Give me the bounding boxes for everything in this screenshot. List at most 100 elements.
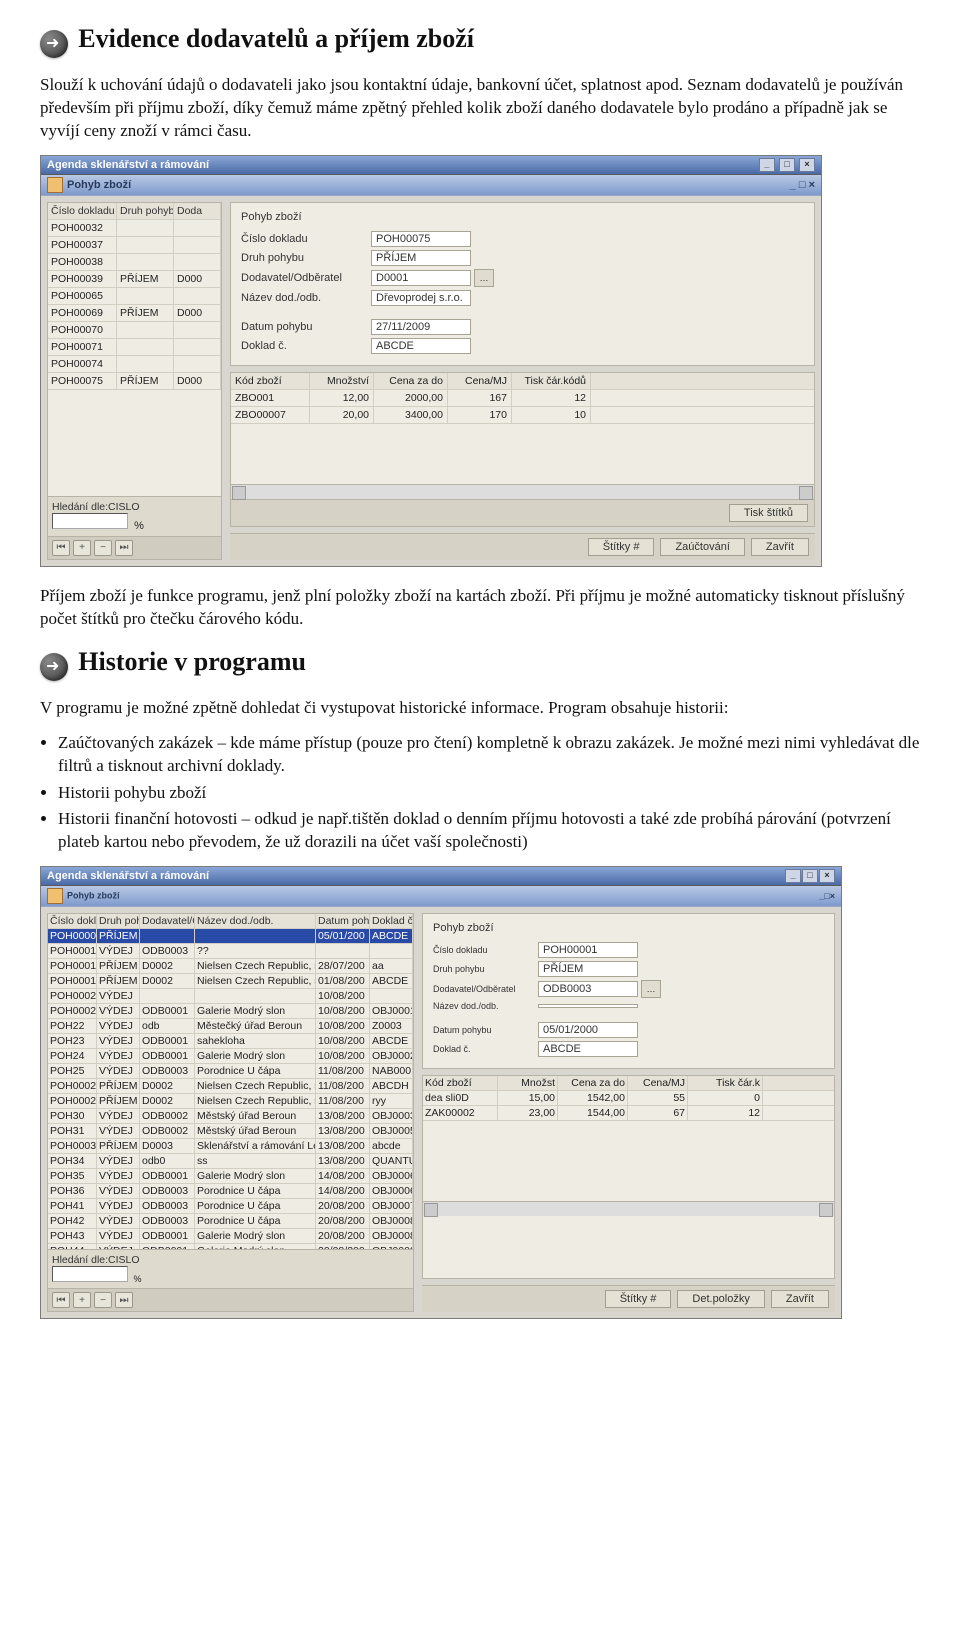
table-row[interactable]: POH00070 xyxy=(48,322,221,339)
table-row[interactable]: POH00074 xyxy=(48,356,221,373)
col-kod[interactable]: Kód zboží xyxy=(231,373,310,389)
col-dokc[interactable]: Doklad č. xyxy=(370,914,413,928)
table-row[interactable]: POH0002PŘÍJEMD0002Nielsen Czech Republic… xyxy=(48,1079,413,1094)
form-field[interactable]: 05/01/2000 xyxy=(538,1022,638,1038)
table-row[interactable]: POH00065 xyxy=(48,288,221,305)
close-icon[interactable]: × xyxy=(819,869,835,883)
nav-first-icon[interactable]: ⏮ xyxy=(52,540,70,556)
det-polozky-button[interactable]: Det.položky xyxy=(677,1290,764,1308)
col-doda[interactable]: Doda xyxy=(174,203,221,219)
form-field[interactable]: Dřevoprodej s.r.o. xyxy=(371,290,471,306)
table-row[interactable]: POH25VÝDEJODB0003Porodnice U čápa11/08/2… xyxy=(48,1064,413,1079)
maximize-icon[interactable]: □ xyxy=(799,179,806,191)
col-mnozstvi[interactable]: Množst xyxy=(498,1076,558,1090)
remove-icon[interactable]: − xyxy=(94,540,112,556)
browse-button[interactable]: … xyxy=(641,980,661,998)
window-titlebar[interactable]: Agenda sklenářství a rámování _□× xyxy=(41,867,841,886)
child-titlebar[interactable]: Pohyb zboží _□× xyxy=(41,886,841,907)
zavrit-button[interactable]: Zavřít xyxy=(751,538,809,556)
col-cena[interactable]: Cena za do xyxy=(558,1076,628,1090)
minimize-icon[interactable]: _ xyxy=(759,158,775,172)
add-icon[interactable]: + xyxy=(73,540,91,556)
table-row[interactable]: POH00032 xyxy=(48,220,221,237)
items-header[interactable]: Kód zboží Množství Cena za do Cena/MJ Ti… xyxy=(231,373,814,390)
table-row[interactable]: POH0002PŘÍJEMD0002Nielsen Czech Republic… xyxy=(48,1094,413,1109)
item-row[interactable]: ZAK0000223,001544,006712 xyxy=(423,1106,834,1121)
horizontal-scrollbar[interactable] xyxy=(423,1201,834,1216)
table-row[interactable]: POH0001PŘÍJEMD0002Nielsen Czech Republic… xyxy=(48,974,413,989)
form-field[interactable] xyxy=(538,1004,638,1008)
minimize-icon[interactable]: _ xyxy=(790,179,796,191)
col-tisk[interactable]: Tisk čár.k xyxy=(688,1076,763,1090)
nav-last-icon[interactable]: ⏭ xyxy=(115,1292,133,1308)
item-row[interactable]: dea sli0D15,001542,00550 xyxy=(423,1091,834,1106)
form-field[interactable]: 27/11/2009 xyxy=(371,319,471,335)
form-field[interactable]: ABCDE xyxy=(538,1041,638,1057)
form-field[interactable]: POH00001 xyxy=(538,942,638,958)
table-row[interactable]: POH00075PŘÍJEMD000 xyxy=(48,373,221,390)
col-nazev[interactable]: Název dod./odb. xyxy=(195,914,316,928)
maximize-icon[interactable]: □ xyxy=(802,869,818,883)
nav-last-icon[interactable]: ⏭ xyxy=(115,540,133,556)
browse-button[interactable]: … xyxy=(474,269,494,287)
child-window-buttons[interactable]: _ □ × xyxy=(790,179,815,191)
table-row[interactable]: POH30VÝDEJODB0002Městský úřad Beroun13/0… xyxy=(48,1109,413,1124)
child-titlebar[interactable]: Pohyb zboží _ □ × xyxy=(41,175,821,196)
stitky-button[interactable]: Štítky # xyxy=(588,538,655,556)
remove-icon[interactable]: − xyxy=(94,1292,112,1308)
table-row[interactable]: POH24VÝDEJODB0001Galerie Modrý slon10/08… xyxy=(48,1049,413,1064)
close-icon[interactable]: × xyxy=(809,179,815,191)
table-row[interactable]: POH23VÝDEJODB0001sahekloha10/08/200ABCDE xyxy=(48,1034,413,1049)
table-row[interactable]: POH0002VÝDEJODB0001Galerie Modrý slon10/… xyxy=(48,1004,413,1019)
list-header[interactable]: Číslo dokladu Druh pohybu Doda xyxy=(48,203,221,220)
form-field[interactable]: PŘÍJEM xyxy=(371,250,471,266)
item-row[interactable]: ZBO00112,002000,0016712 xyxy=(231,390,814,407)
window-buttons[interactable]: _ □ × xyxy=(758,158,815,172)
stitky-button[interactable]: Štítky # xyxy=(605,1290,672,1308)
search-input[interactable] xyxy=(52,1266,128,1282)
table-row[interactable]: POH41VÝDEJODB0003Porodnice U čápa20/08/2… xyxy=(48,1199,413,1214)
col-druh[interactable]: Druh pohybu xyxy=(117,203,174,219)
col-tisk[interactable]: Tisk čár.kódů xyxy=(512,373,591,389)
col-cena[interactable]: Cena za do xyxy=(374,373,448,389)
tisk-stitku-button[interactable]: Tisk štítků xyxy=(729,504,808,522)
col-kod[interactable]: Kód zboží xyxy=(423,1076,498,1090)
table-row[interactable]: POH00038 xyxy=(48,254,221,271)
table-row[interactable]: POH0001PŘÍJEMD0002Nielsen Czech Republic… xyxy=(48,959,413,974)
form-field[interactable]: POH00075 xyxy=(371,231,471,247)
close-icon[interactable]: × xyxy=(830,891,835,901)
nav-first-icon[interactable]: ⏮ xyxy=(52,1292,70,1308)
zauctovani-button[interactable]: Zaúčtování xyxy=(660,538,744,556)
table-row[interactable]: POH36VÝDEJODB0003Porodnice U čápa14/08/2… xyxy=(48,1184,413,1199)
table-row[interactable]: POH00037 xyxy=(48,237,221,254)
table-row[interactable]: POH22VÝDEJodbMěstečký úřad Beroun10/08/2… xyxy=(48,1019,413,1034)
table-row[interactable]: POH00071 xyxy=(48,339,221,356)
form-field[interactable]: ODB0003 xyxy=(538,981,638,997)
col-cena-mj[interactable]: Cena/MJ xyxy=(628,1076,688,1090)
search-input[interactable] xyxy=(52,513,128,529)
zavrit-button[interactable]: Zavřít xyxy=(771,1290,829,1308)
close-icon[interactable]: × xyxy=(799,158,815,172)
table-row[interactable]: POH42VÝDEJODB0003Porodnice U čápa20/08/2… xyxy=(48,1214,413,1229)
col-mnozstvi[interactable]: Množství xyxy=(310,373,374,389)
list-header[interactable]: Číslo dokla Druh poh Dodavatel/O Název d… xyxy=(48,914,413,929)
window-titlebar[interactable]: Agenda sklenářství a rámování _ □ × xyxy=(41,156,821,175)
table-row[interactable]: POH0000PŘÍJEM05/01/200ABCDE xyxy=(48,929,413,944)
col-druh[interactable]: Druh poh xyxy=(97,914,140,928)
col-datum[interactable]: Datum poh xyxy=(316,914,370,928)
table-row[interactable]: POH31VÝDEJODB0002Městský úřad Beroun13/0… xyxy=(48,1124,413,1139)
table-row[interactable]: POH0001VÝDEJODB0003?? xyxy=(48,944,413,959)
minimize-icon[interactable]: _ xyxy=(785,869,801,883)
table-row[interactable]: POH35VÝDEJODB0001Galerie Modrý slon14/08… xyxy=(48,1169,413,1184)
col-cislo[interactable]: Číslo dokladu xyxy=(48,203,117,219)
table-row[interactable]: POH0002VÝDEJ10/08/200 xyxy=(48,989,413,1004)
table-row[interactable]: POH00039PŘÍJEMD000 xyxy=(48,271,221,288)
col-cislo[interactable]: Číslo dokla xyxy=(48,914,97,928)
items-header[interactable]: Kód zboží Množst Cena za do Cena/MJ Tisk… xyxy=(423,1076,834,1091)
table-row[interactable]: POH43VÝDEJODB0001Galerie Modrý slon20/08… xyxy=(48,1229,413,1244)
item-row[interactable]: ZBO0000720,003400,0017010 xyxy=(231,407,814,424)
table-row[interactable]: POH00069PŘÍJEMD000 xyxy=(48,305,221,322)
col-cena-mj[interactable]: Cena/MJ xyxy=(448,373,512,389)
table-row[interactable]: POH0003PŘÍJEMD0003Sklenářství a rámování… xyxy=(48,1139,413,1154)
add-icon[interactable]: + xyxy=(73,1292,91,1308)
